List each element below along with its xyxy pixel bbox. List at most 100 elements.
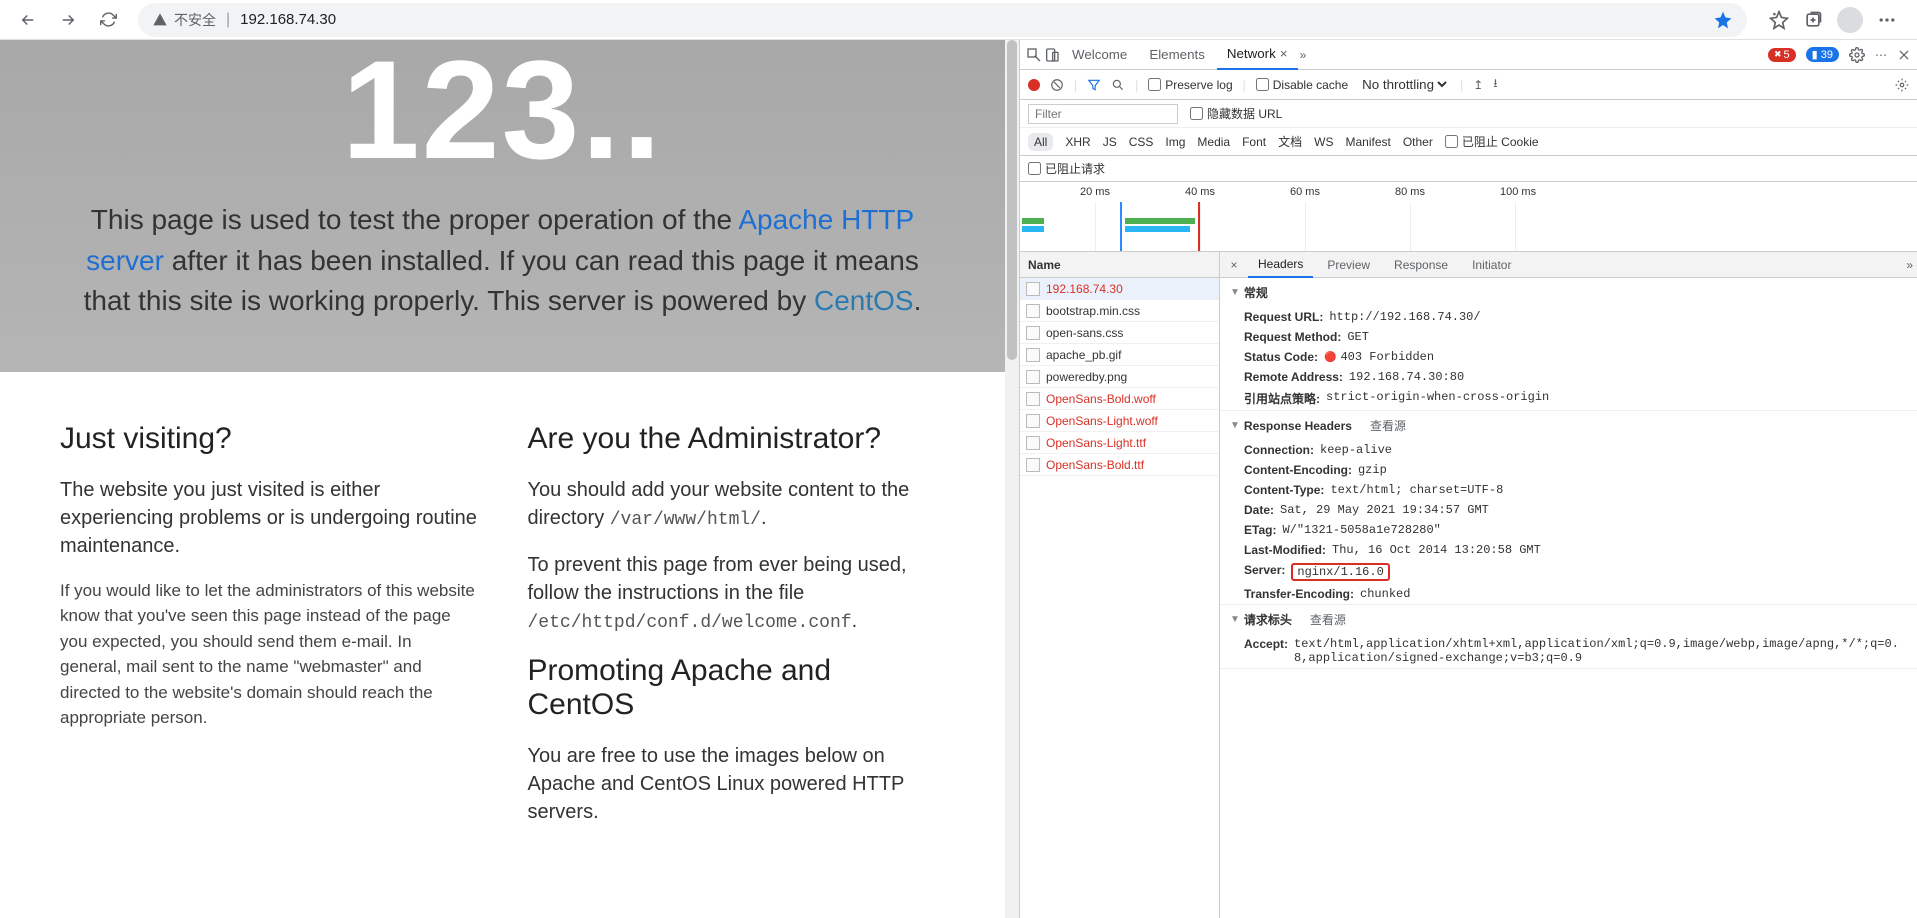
type-font[interactable]: Font: [1242, 135, 1266, 149]
devtools-tabs: Welcome Elements Network× » 5 ▮ 39 ⋯: [1020, 40, 1917, 70]
network-gear-icon[interactable]: [1895, 78, 1909, 92]
back-button[interactable]: [12, 4, 44, 36]
name-header[interactable]: Name: [1020, 252, 1219, 278]
type-ws[interactable]: WS: [1314, 135, 1333, 149]
request-name: open-sans.css: [1046, 326, 1123, 340]
tab-elements[interactable]: Elements: [1139, 40, 1215, 70]
type-doc[interactable]: 文档: [1278, 133, 1302, 150]
request-row[interactable]: OpenSans-Light.ttf: [1020, 432, 1219, 454]
tab-close-icon[interactable]: ×: [1280, 46, 1288, 61]
browser-toolbar: 不安全 | 192.168.74.30: [0, 0, 1917, 40]
type-css[interactable]: CSS: [1129, 135, 1154, 149]
bookmark-star-icon[interactable]: [1713, 10, 1733, 30]
request-name: OpenSans-Bold.ttf: [1046, 458, 1144, 472]
scroll-thumb[interactable]: [1007, 40, 1017, 360]
disable-cache-checkbox[interactable]: Disable cache: [1256, 78, 1348, 92]
hero-number: 123..: [60, 40, 945, 180]
security-indicator: 不安全: [152, 10, 216, 30]
menu-dots-icon[interactable]: [1877, 10, 1897, 30]
request-name: OpenSans-Light.woff: [1046, 414, 1158, 428]
request-name: 192.168.74.30: [1046, 282, 1123, 296]
request-row[interactable]: OpenSans-Bold.ttf: [1020, 454, 1219, 476]
request-list: Name 192.168.74.30 bootstrap.min.css open-…: [1020, 252, 1220, 918]
filter-icon[interactable]: [1087, 78, 1101, 92]
request-row[interactable]: 192.168.74.30: [1020, 278, 1219, 300]
reload-button[interactable]: [92, 4, 124, 36]
request-name: bootstrap.min.css: [1046, 304, 1140, 318]
throttling-select[interactable]: No throttling: [1358, 76, 1450, 93]
admin-p2: To prevent this page from ever being use…: [528, 551, 946, 636]
search-icon[interactable]: [1111, 78, 1125, 92]
gear-icon[interactable]: [1849, 47, 1865, 63]
request-name: OpenSans-Bold.woff: [1046, 392, 1156, 406]
inspect-icon[interactable]: [1026, 47, 1042, 63]
file-icon: [1026, 458, 1040, 472]
type-xhr[interactable]: XHR: [1065, 135, 1090, 149]
detail-tab-initiator[interactable]: Initiator: [1462, 252, 1521, 278]
request-headers-header[interactable]: ▼请求标头查看源: [1220, 605, 1917, 634]
devtools-panel: Welcome Elements Network× » 5 ▮ 39 ⋯ | |…: [1019, 40, 1917, 918]
request-row[interactable]: open-sans.css: [1020, 322, 1219, 344]
tab-welcome[interactable]: Welcome: [1062, 40, 1137, 70]
visiting-column: Just visiting? The website you just visi…: [60, 422, 478, 844]
type-js[interactable]: JS: [1103, 135, 1117, 149]
request-detail: × Headers Preview Response Initiator » ▼…: [1220, 252, 1917, 918]
file-icon: [1026, 282, 1040, 296]
blocked-row: 已阻止请求: [1020, 156, 1917, 182]
response-headers-header[interactable]: ▼Response Headers查看源: [1220, 411, 1917, 440]
promote-heading: Promoting Apache and CentOS: [528, 654, 946, 722]
toolbar-right: [1761, 7, 1905, 33]
upload-icon[interactable]: ↥: [1473, 78, 1483, 92]
detail-tab-preview[interactable]: Preview: [1317, 252, 1380, 278]
request-row[interactable]: OpenSans-Bold.woff: [1020, 388, 1219, 410]
page-scrollbar[interactable]: [1005, 40, 1019, 918]
request-row[interactable]: bootstrap.min.css: [1020, 300, 1219, 322]
url-separator: |: [226, 11, 230, 29]
forward-button[interactable]: [52, 4, 84, 36]
type-img[interactable]: Img: [1165, 135, 1185, 149]
preserve-log-checkbox[interactable]: Preserve log: [1148, 78, 1232, 92]
general-header[interactable]: ▼常规: [1220, 278, 1917, 307]
waterfall-overview[interactable]: 20 ms 40 ms 60 ms 80 ms 100 ms: [1020, 182, 1917, 252]
device-toggle-icon[interactable]: [1044, 47, 1060, 63]
request-headers-section: ▼请求标头查看源 Accept:text/html,application/xh…: [1220, 605, 1917, 669]
type-other[interactable]: Other: [1403, 135, 1433, 149]
favorites-icon[interactable]: [1769, 10, 1789, 30]
file-icon: [1026, 348, 1040, 362]
tab-network[interactable]: Network×: [1217, 40, 1298, 70]
visiting-heading: Just visiting?: [60, 422, 478, 456]
request-row[interactable]: apache_pb.gif: [1020, 344, 1219, 366]
devtools-close-icon[interactable]: [1897, 48, 1911, 62]
address-bar[interactable]: 不安全 | 192.168.74.30: [138, 3, 1747, 37]
blocked-cookie-checkbox[interactable]: 已阻止 Cookie: [1445, 133, 1539, 150]
detail-close-icon[interactable]: ×: [1224, 258, 1244, 272]
more-dots-icon[interactable]: ⋯: [1875, 48, 1887, 62]
profile-avatar[interactable]: [1837, 7, 1863, 33]
server-header-highlight: nginx/1.16.0: [1291, 563, 1389, 581]
file-icon: [1026, 304, 1040, 318]
type-media[interactable]: Media: [1197, 135, 1230, 149]
filter-input[interactable]: [1028, 104, 1178, 124]
security-label: 不安全: [174, 10, 216, 30]
request-name: poweredby.png: [1046, 370, 1127, 384]
download-icon[interactable]: ⭳: [1493, 74, 1497, 95]
detail-overflow-icon[interactable]: »: [1906, 258, 1913, 272]
centos-link[interactable]: CentOS: [814, 285, 914, 316]
clear-icon[interactable]: [1050, 78, 1064, 92]
info-badge[interactable]: ▮ 39: [1806, 47, 1839, 62]
file-icon: [1026, 436, 1040, 450]
tabs-overflow-icon[interactable]: »: [1300, 48, 1307, 62]
detail-tab-headers[interactable]: Headers: [1248, 252, 1313, 278]
blocked-request-checkbox[interactable]: 已阻止请求: [1028, 160, 1105, 177]
detail-tabs: × Headers Preview Response Initiator »: [1220, 252, 1917, 278]
type-all[interactable]: All: [1028, 133, 1053, 151]
visiting-p1: The website you just visited is either e…: [60, 476, 478, 560]
record-icon[interactable]: [1028, 79, 1040, 91]
request-row[interactable]: OpenSans-Light.woff: [1020, 410, 1219, 432]
type-manifest[interactable]: Manifest: [1345, 135, 1390, 149]
detail-tab-response[interactable]: Response: [1384, 252, 1458, 278]
hide-data-url-checkbox[interactable]: 隐藏数据 URL: [1190, 105, 1282, 122]
collections-icon[interactable]: [1803, 10, 1823, 30]
error-badge[interactable]: 5: [1768, 48, 1796, 62]
request-row[interactable]: poweredby.png: [1020, 366, 1219, 388]
